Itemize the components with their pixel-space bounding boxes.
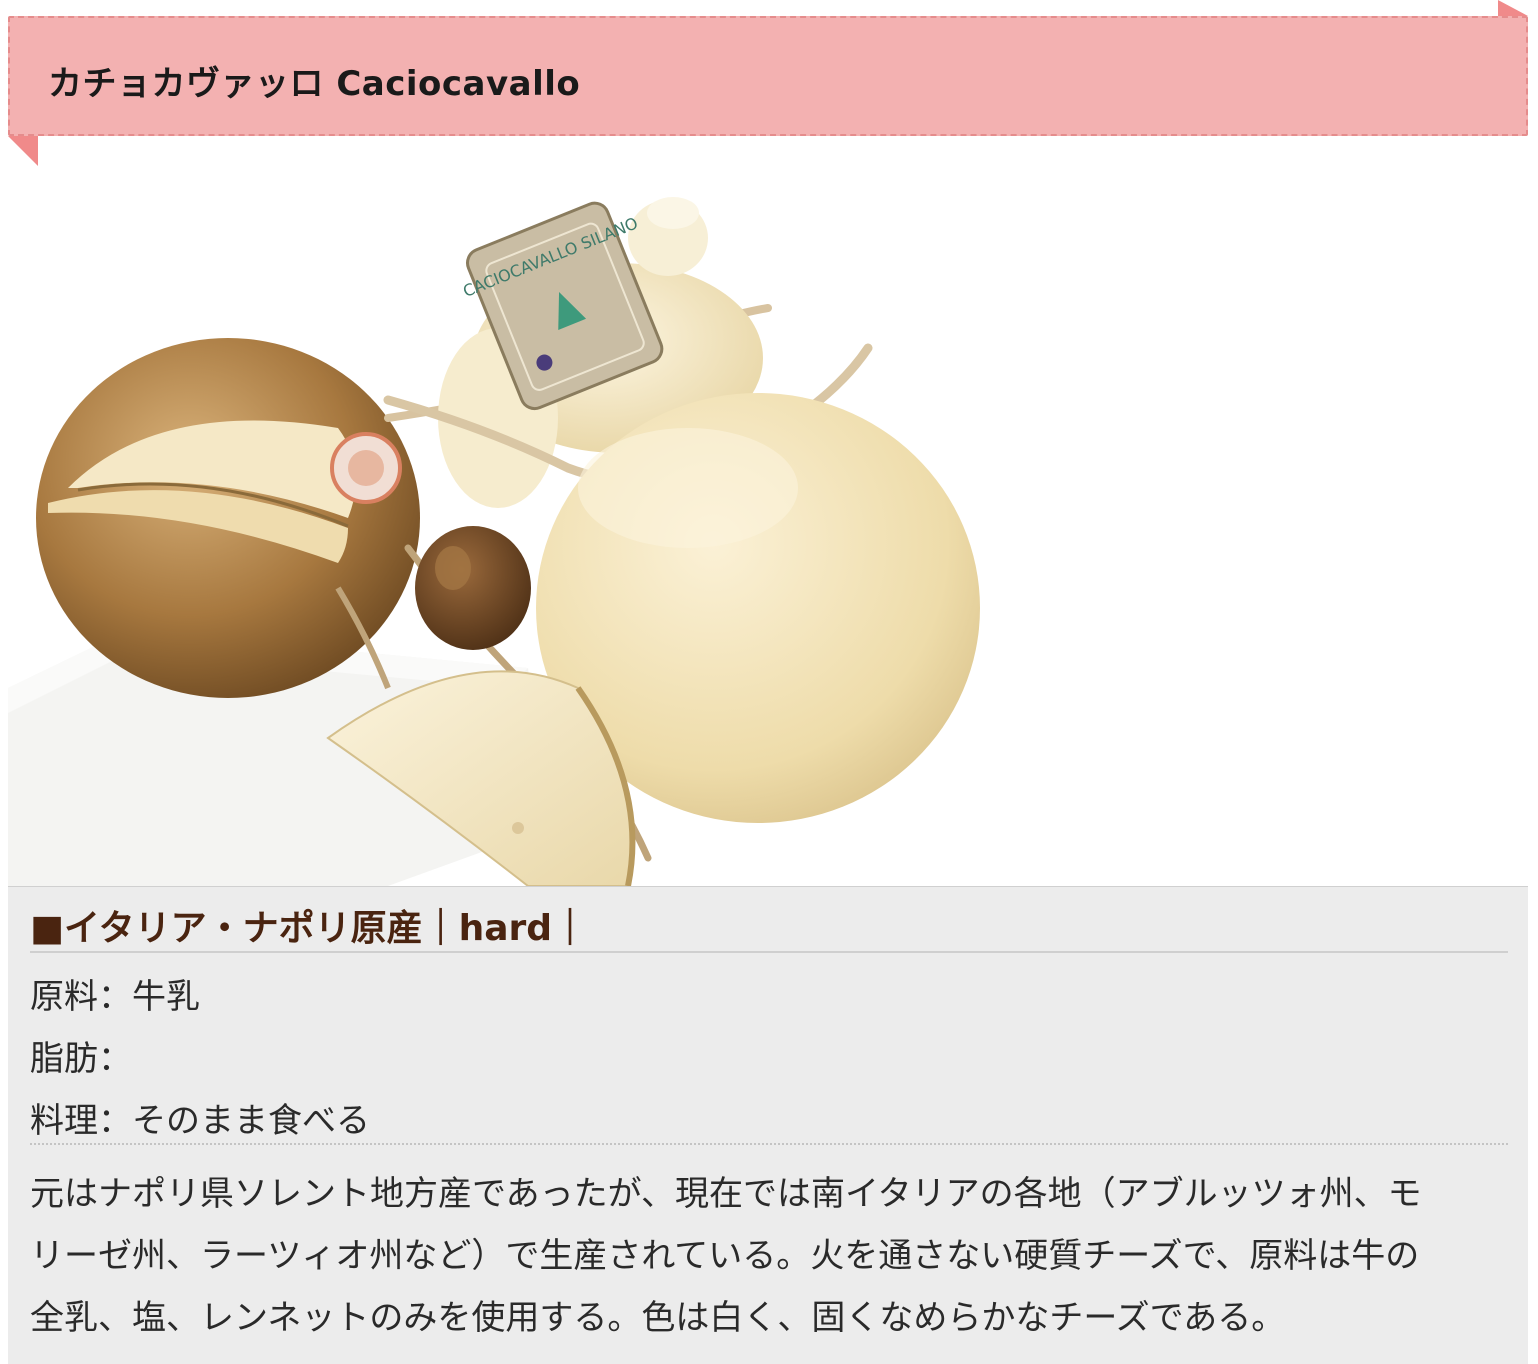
- cheese-illustration: CACIOCAVALLO SILANO: [8, 197, 980, 886]
- dotted-divider: [30, 1143, 1508, 1145]
- spec-label: 原料：: [30, 977, 132, 1017]
- page-title: カチョカヴァッロ Caciocavallo: [48, 64, 581, 104]
- cheese-info-panel: ■イタリア・ナポリ原産｜hard｜ 原料：牛乳 脂肪： 料理：そのまま食べる 元…: [8, 886, 1528, 1364]
- title-ribbon: カチョカヴァッロ Caciocavallo: [8, 16, 1528, 136]
- description-line: リーゼ州、ラーツィオ州など）で生産されている。火を通さない硬質チーズで、原料は牛…: [30, 1236, 1420, 1276]
- spec-label: 脂肪：: [30, 1039, 132, 1079]
- ribbon-fold-left: [8, 136, 38, 166]
- origin-heading: ■イタリア・ナポリ原産｜hard｜: [30, 908, 589, 949]
- description: 元はナポリ県ソレント地方産であったが、現在では南イタリアの各地（アブルッツォ州、…: [30, 1163, 1508, 1349]
- description-line: 全乳、塩、レンネットのみを使用する。色は白く、固くなめらかなチーズである。: [30, 1298, 1286, 1338]
- rope-knot: [415, 526, 531, 650]
- ribbon-fold-right: [1498, 0, 1528, 16]
- description-line: 元はナポリ県ソレント地方産であったが、現在では南イタリアの各地（アブルッツォ州、…: [30, 1174, 1422, 1214]
- spec-ingredients: 原料：牛乳: [30, 969, 200, 1018]
- spec-value: そのまま食べる: [132, 1101, 370, 1141]
- spec-fat: 脂肪：: [30, 1031, 132, 1080]
- spec-value: 牛乳: [132, 977, 200, 1017]
- cheese-photo: CACIOCAVALLO SILANO: [8, 168, 1008, 886]
- divider: [30, 951, 1508, 953]
- spec-label: 料理：: [30, 1101, 132, 1141]
- spec-cooking: 料理：そのまま食べる: [30, 1093, 370, 1142]
